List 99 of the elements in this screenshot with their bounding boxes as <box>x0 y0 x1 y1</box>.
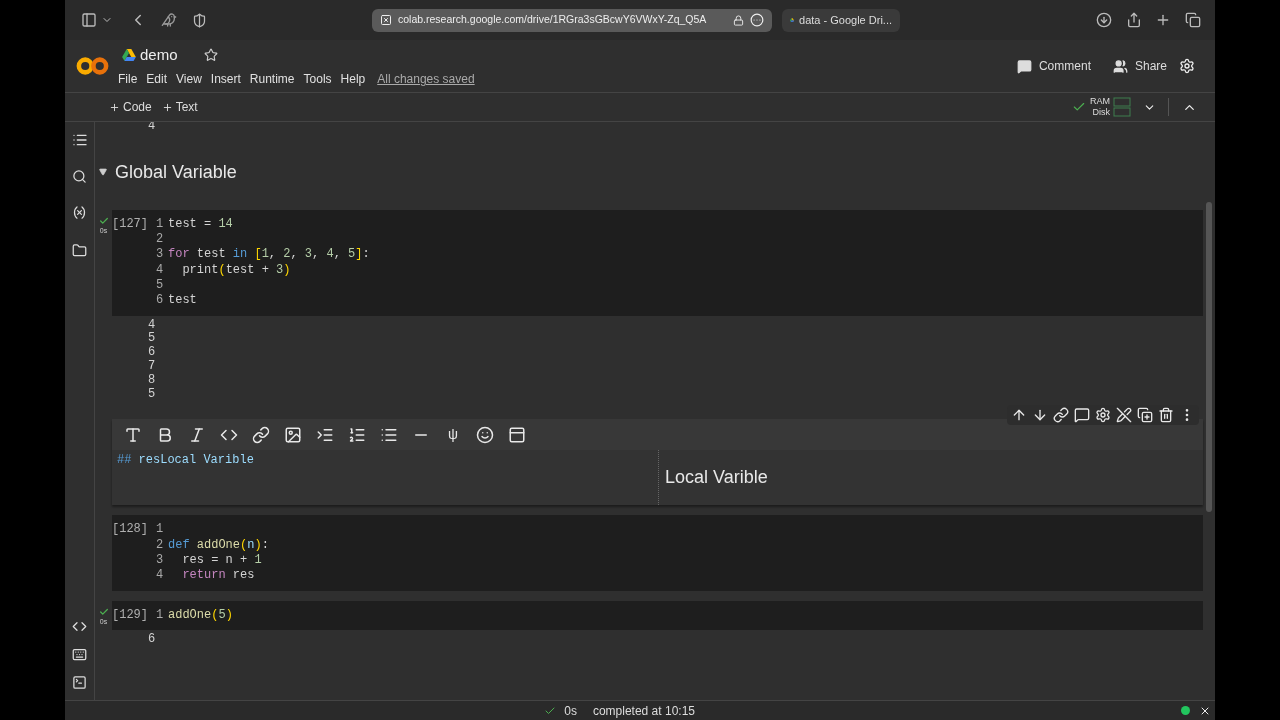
code-line: addOne(5) <box>168 607 233 623</box>
plus-icon <box>161 101 173 113</box>
notebook-title[interactable]: demo <box>140 43 178 67</box>
code-line: def addOne(n): <box>168 537 269 553</box>
line-number: 1 <box>156 216 165 233</box>
output-line: 8 <box>148 373 156 388</box>
line-number: 1 <box>156 522 165 538</box>
section-heading: Global Variable <box>115 160 237 184</box>
code-cell[interactable]: [128] 1 2 def addOne(n): 3 res = n + 1 4 return res <box>112 515 1203 591</box>
output-line: 6 <box>148 346 156 360</box>
code-line: test = 14 <box>168 216 233 233</box>
more-icon[interactable] <box>750 13 764 27</box>
line-number: 3 <box>156 552 165 569</box>
output-line: 4 <box>148 318 156 332</box>
caret-icon[interactable] <box>99 168 107 177</box>
menu-item[interactable]: Edit <box>146 70 168 89</box>
comment-button[interactable]: Comment <box>1038 57 1091 75</box>
star-icon[interactable] <box>203 48 218 62</box>
link-icon[interactable] <box>1053 407 1069 424</box>
browser-tab[interactable]: data - Google Dri... <box>782 8 900 32</box>
status-message: completed at 10:15 <box>592 702 695 720</box>
line-number: 1 <box>156 607 165 623</box>
site-icon <box>380 14 392 26</box>
code-cell[interactable]: [129] 1 addOne(5) <box>112 600 1203 630</box>
settings-icon[interactable] <box>1095 407 1111 424</box>
menu-item[interactable]: Insert <box>210 70 241 89</box>
shield-icon[interactable] <box>192 12 207 28</box>
delete-icon[interactable] <box>1158 407 1174 424</box>
code-cell[interactable]: [127] 1 test = 14 2 3 for test in [1, 2, 3, 4, 5]: 4 print(test + 3) 5 6 test <box>112 209 1203 316</box>
colab-logo <box>76 56 109 76</box>
menu-item[interactable]: Tools <box>303 70 332 89</box>
comment-icon[interactable] <box>1074 407 1090 424</box>
math-tool[interactable]: ψ <box>444 424 462 446</box>
edit-icon[interactable] <box>1116 407 1132 424</box>
code-icon[interactable] <box>72 619 87 634</box>
code-line: print(test + 3) <box>181 262 291 278</box>
drive-logo-icon <box>122 49 136 61</box>
share-button[interactable]: Share <box>1134 57 1167 75</box>
menu-item[interactable]: View <box>176 70 202 89</box>
new-tab-icon[interactable] <box>1155 12 1171 28</box>
download-icon[interactable] <box>1096 12 1112 28</box>
line-number: 2 <box>156 232 165 248</box>
line-number: 2 <box>156 537 165 553</box>
image-icon[interactable] <box>284 425 302 444</box>
lock-icon <box>733 14 744 26</box>
menu-item[interactable]: Runtime <box>249 70 295 89</box>
plus-icon <box>109 101 120 113</box>
markdown-preview: Local Varible <box>665 467 768 488</box>
line-number: 4 <box>156 262 165 278</box>
search-icon[interactable] <box>72 169 87 184</box>
scrollbar-thumb[interactable] <box>1206 202 1212 512</box>
numbered-icon[interactable] <box>348 425 366 444</box>
tab-title: data - Google Dri... <box>799 12 892 28</box>
bird-icon[interactable] <box>161 12 177 28</box>
add-cell-button[interactable]: Text <box>161 98 198 116</box>
run-duration: 0s <box>564 702 577 720</box>
menu-item[interactable]: Help <box>340 70 366 89</box>
save-status[interactable]: All changes saved <box>377 70 475 89</box>
link-icon[interactable] <box>252 425 270 444</box>
share-icon <box>1112 58 1128 74</box>
resource-label: Disk <box>1092 107 1110 118</box>
output-line: 5 <box>148 332 156 346</box>
mirror-icon[interactable] <box>1137 407 1153 424</box>
code-line: test <box>168 293 197 309</box>
tabs-icon[interactable] <box>1185 12 1201 28</box>
output-line: 5 <box>148 387 156 402</box>
heading-icon[interactable] <box>124 425 142 444</box>
output-line: 6 <box>148 632 156 647</box>
italic-icon[interactable] <box>188 425 206 444</box>
layout-icon[interactable] <box>508 425 526 444</box>
line-number: 3 <box>156 247 165 263</box>
comment-icon <box>1016 58 1032 74</box>
variables-icon[interactable] <box>72 205 87 220</box>
folder-icon[interactable] <box>72 243 87 258</box>
menu-item[interactable]: File <box>118 70 138 89</box>
address-bar[interactable]: colab.research.google.com/drive/1RGra3sGBcwY6VWxY-Zq_Q5A <box>372 8 772 32</box>
contents-icon[interactable] <box>71 132 88 148</box>
code-line: return res <box>181 568 255 584</box>
terminal-icon[interactable] <box>72 675 87 690</box>
settings-icon[interactable] <box>1179 58 1195 74</box>
url-text: colab.research.google.com/drive/1RGra3sGBcwY6VWxY-Zq_Q5A <box>398 12 707 28</box>
execution-count: [129] <box>112 607 149 623</box>
resource-meter-icon <box>1113 96 1131 118</box>
line-number: 4 <box>156 568 165 584</box>
code-line: res = n + 1 <box>181 552 262 569</box>
execution-count: [128] <box>112 522 149 538</box>
output-line: 7 <box>148 359 156 374</box>
sidebar-icon[interactable] <box>81 12 97 28</box>
line-number: 6 <box>156 293 165 309</box>
emoji-icon[interactable] <box>476 425 494 444</box>
keyboard-icon[interactable] <box>72 647 87 662</box>
execution-count: [127] <box>112 216 149 233</box>
resource-label: RAM <box>1090 96 1110 107</box>
code-line: for test in [1, 2, 3, 4, 5]: <box>168 247 370 263</box>
line-number: 5 <box>156 278 165 294</box>
markdown-editor[interactable]: ## resLocal Varible <box>112 450 658 506</box>
markdown-source: ## resLocal Varible <box>117 453 254 468</box>
add-cell-button[interactable]: Code <box>109 98 152 116</box>
share-icon[interactable] <box>1126 12 1142 28</box>
